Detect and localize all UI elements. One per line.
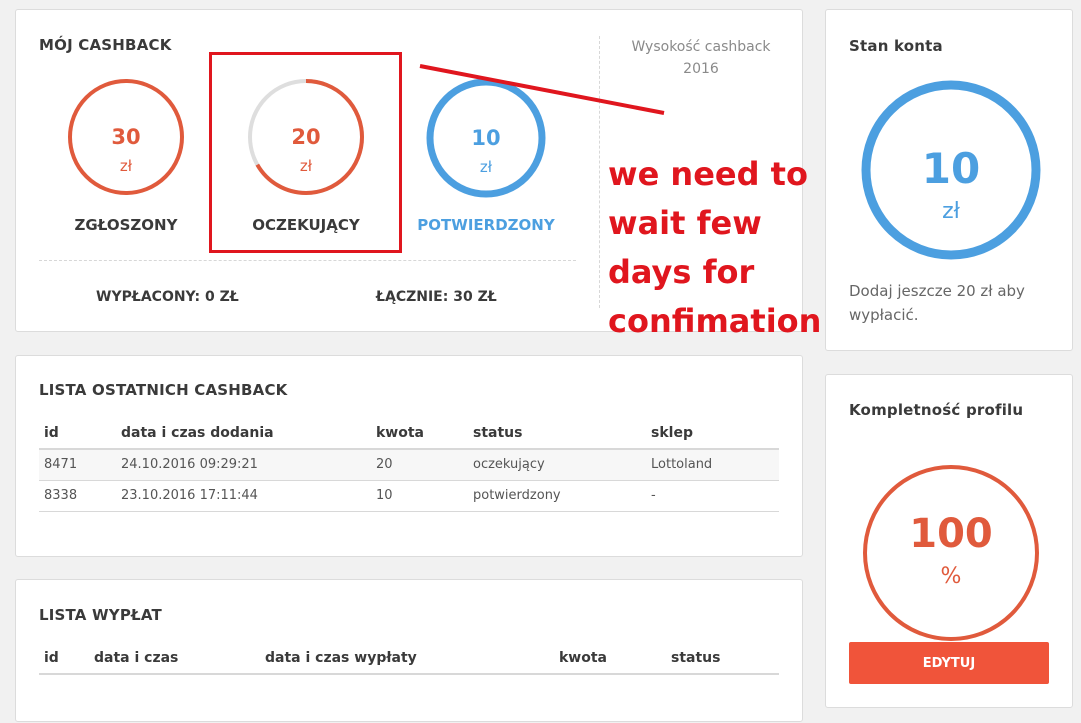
account-balance-unit: zł [942, 199, 960, 224]
payouts-col-amount: kwota [559, 650, 608, 666]
cashback-reported-ring: 30 zł [66, 77, 186, 197]
recent-row1-status: oczekujący [473, 457, 545, 472]
profile-completeness-title: Kompletność profilu [849, 401, 1024, 419]
account-balance-note: Dodaj jeszcze 20 zł aby wypłacić. [849, 282, 1025, 324]
recent-cashback-title: LISTA OSTATNICH CASHBACK [39, 381, 288, 399]
cashback-height-year: 2016 [683, 61, 719, 77]
cashback-height-label: Wysokość cashback 2016 [611, 36, 791, 80]
confirmed-value: 10 [471, 126, 501, 150]
payouts-title: LISTA WYPŁAT [39, 606, 162, 624]
cashback-divider [39, 260, 576, 261]
recent-col-amount: kwota [376, 425, 425, 441]
profile-completeness-value: 100 [909, 511, 993, 557]
account-balance-ring: 10 zł [860, 79, 1042, 261]
payouts-col-id: id [44, 650, 59, 666]
paid-out-summary: WYPŁACONY: 0 ZŁ [96, 289, 239, 305]
recent-row2-date: 23.10.2016 17:11:44 [121, 488, 258, 503]
payouts-col-date: data i czas [94, 650, 179, 666]
cashback-height-text: Wysokość cashback [631, 39, 771, 55]
total-summary: ŁĄCZNIE: 30 ZŁ [376, 289, 497, 305]
confirmed-label: POTWIERDZONY [417, 216, 555, 234]
reported-label: ZGŁOSZONY [74, 216, 178, 234]
payouts-col-status: status [671, 650, 721, 666]
recent-col-shop: sklep [651, 425, 693, 441]
annotation-text: we need to wait few days for confimation [608, 155, 822, 340]
payouts-col-payout-date: data i czas wypłaty [265, 650, 417, 666]
my-cashback-title: MÓJ CASHBACK [39, 36, 172, 54]
recent-col-id: id [44, 425, 59, 441]
recent-row2-status: potwierdzony [473, 488, 561, 503]
recent-row-line-1 [39, 480, 779, 481]
reported-unit: zł [119, 157, 133, 175]
account-balance-title: Stan konta [849, 37, 943, 55]
recent-row1-id: 8471 [44, 457, 78, 472]
recent-row-line-2 [39, 511, 779, 512]
profile-completeness-unit: % [940, 564, 962, 589]
reported-value: 30 [111, 125, 141, 149]
recent-col-date: data i czas dodania [121, 425, 274, 441]
recent-col-status: status [473, 425, 523, 441]
recent-row2-shop: - [651, 488, 656, 503]
account-balance-value: 10 [921, 144, 981, 193]
confirmed-unit: zł [479, 158, 493, 176]
recent-row2-amount: 10 [376, 488, 393, 503]
profile-completeness-ring: 100 % [862, 464, 1040, 642]
recent-row1-date: 24.10.2016 09:29:21 [121, 457, 258, 472]
recent-row2-id: 8338 [44, 488, 78, 503]
annotation-highlight-box [209, 52, 402, 253]
cashback-confirmed-ring: 10 zł [425, 77, 547, 199]
cashback-vertical-divider [599, 36, 600, 308]
recent-row1-shop: Lottoland [651, 457, 713, 472]
recent-row1-amount: 20 [376, 457, 393, 472]
edit-profile-button[interactable]: EDYTUJ [849, 642, 1049, 684]
payouts-header-line [39, 673, 779, 675]
